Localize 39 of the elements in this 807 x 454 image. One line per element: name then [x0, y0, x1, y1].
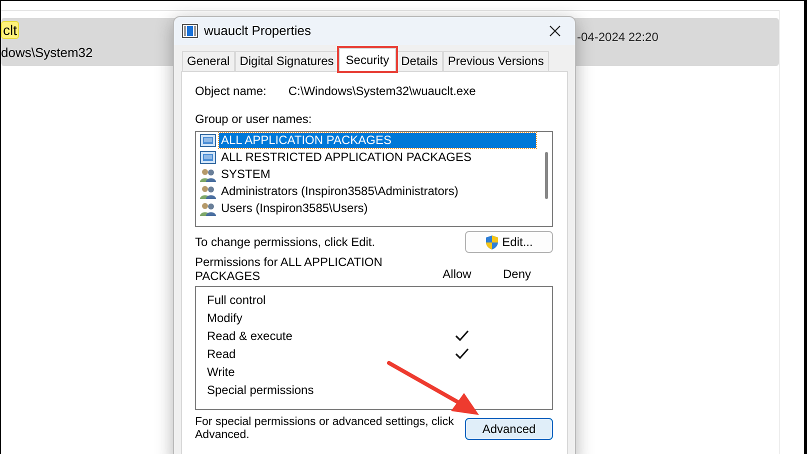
- permissions-label: Permissions for ALL APPLICATION PACKAGES: [195, 255, 384, 283]
- group-list-item[interactable]: Users (Inspiron3585\Users): [219, 201, 370, 216]
- permission-name: Full control: [206, 292, 267, 309]
- users-icon: [200, 184, 216, 198]
- users-icon: [200, 168, 216, 182]
- shield-icon: [485, 234, 500, 250]
- column-header: Deny: [502, 266, 532, 283]
- modified-date-text: -04-2024 22:20: [577, 29, 658, 46]
- file-name-text: clt: [1, 21, 19, 39]
- tab[interactable]: Security: [338, 48, 396, 71]
- monitor-icon: [200, 134, 216, 148]
- permission-name: Special permissions: [206, 382, 315, 399]
- monitor-icon: [200, 150, 216, 164]
- advanced-hint: For special permissions or advanced settings, click Advanced.: [195, 416, 455, 442]
- tab[interactable]: General: [182, 51, 235, 71]
- group-list-item[interactable]: ALL APPLICATION PACKAGES: [219, 133, 536, 148]
- object-name-value: C:\Windows\System32\wuauclt.exe: [288, 83, 476, 100]
- window-icon: [182, 24, 198, 38]
- tab[interactable]: Details: [396, 51, 443, 71]
- permission-name: Modify: [206, 310, 244, 327]
- change-permissions-hint: To change permissions, click Edit.: [195, 234, 376, 251]
- group-list-item[interactable]: Administrators (Inspiron3585\Administrators): [219, 184, 460, 199]
- object-name-label: Object name:: [195, 83, 266, 100]
- dialog-title: wuauclt Properties: [204, 22, 311, 40]
- users-icon: [200, 202, 216, 216]
- group-list-item[interactable]: SYSTEM: [219, 167, 272, 182]
- file-path-text: dows\System32: [1, 44, 93, 62]
- close-icon: [549, 24, 561, 37]
- groups-label: Group or user names:: [195, 111, 313, 128]
- permission-name: Write: [206, 364, 236, 381]
- permission-name: Read & execute: [206, 328, 294, 345]
- edit-button[interactable]: Edit...: [465, 231, 553, 253]
- column-header: Allow: [442, 266, 472, 283]
- group-list-item[interactable]: ALL RESTRICTED APPLICATION PACKAGES: [219, 150, 474, 165]
- permission-name: Read: [206, 346, 237, 363]
- tab[interactable]: Previous Versions: [442, 51, 549, 71]
- tab[interactable]: Digital Signatures: [234, 51, 339, 71]
- scrollbar-thumb[interactable]: [545, 152, 548, 199]
- advanced-button[interactable]: Advanced: [465, 418, 553, 440]
